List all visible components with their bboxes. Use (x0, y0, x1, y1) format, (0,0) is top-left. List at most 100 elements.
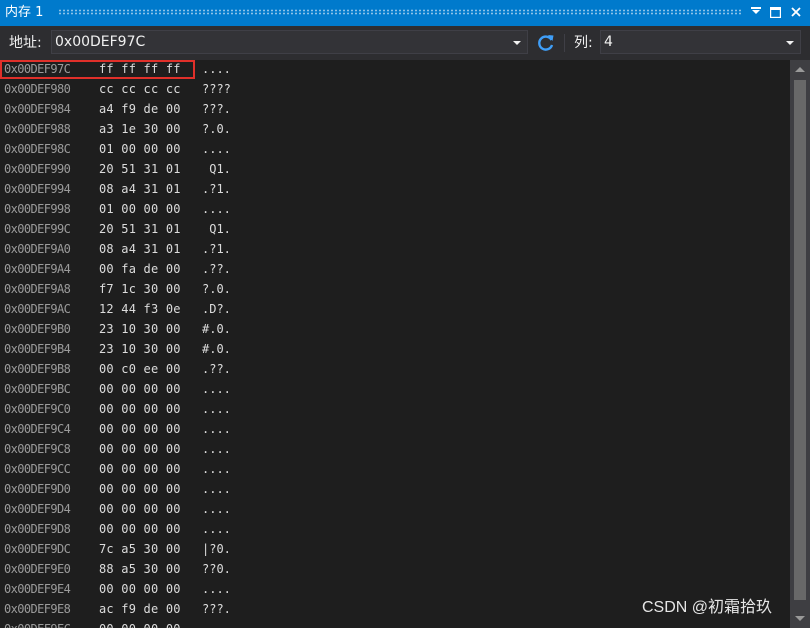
close-icon[interactable] (788, 5, 804, 21)
memory-ascii[interactable]: .?1. (202, 242, 231, 256)
memory-row[interactable]: 0x00DEF9E0 88 a5 30 00 ??0. (0, 560, 780, 580)
memory-hex-bytes[interactable]: ac f9 de 00 (99, 602, 181, 616)
memory-row[interactable]: 0x00DEF988 a3 1e 30 00 ?.0. (0, 120, 780, 140)
memory-hex-bytes[interactable]: f7 1c 30 00 (99, 282, 181, 296)
memory-hex-bytes[interactable]: 00 00 00 00 (99, 462, 181, 476)
memory-hex-bytes[interactable]: 00 00 00 00 (99, 502, 181, 516)
memory-hex-bytes[interactable]: 20 51 31 01 (99, 162, 181, 176)
memory-row[interactable]: 0x00DEF9A0 08 a4 31 01 .?1. (0, 240, 780, 260)
chevron-down-icon[interactable] (786, 41, 794, 45)
address-combo[interactable]: 0x00DEF97C (51, 30, 528, 54)
memory-ascii[interactable]: #.0. (202, 322, 231, 336)
memory-ascii[interactable]: ???? (202, 82, 231, 96)
memory-hex-bytes[interactable]: 08 a4 31 01 (99, 182, 181, 196)
memory-row[interactable]: 0x00DEF9B4 23 10 30 00 #.0. (0, 340, 780, 360)
memory-row[interactable]: 0x00DEF9CC 00 00 00 00.... (0, 460, 780, 480)
memory-ascii[interactable]: .... (202, 482, 231, 496)
memory-row[interactable]: 0x00DEF9C4 00 00 00 00.... (0, 420, 780, 440)
memory-hex-bytes[interactable]: a3 1e 30 00 (99, 122, 181, 136)
memory-row[interactable]: 0x00DEF9DC 7c a5 30 00 |?0. (0, 540, 780, 560)
memory-ascii[interactable]: #.0. (202, 342, 231, 356)
vertical-scrollbar[interactable] (790, 60, 810, 628)
memory-ascii[interactable]: ???. (202, 102, 231, 116)
memory-ascii[interactable]: .... (202, 522, 231, 536)
chevron-down-icon[interactable] (513, 41, 521, 45)
memory-ascii[interactable]: .... (202, 462, 231, 476)
memory-hex-bytes[interactable]: 00 c0 ee 00 (99, 362, 181, 376)
memory-ascii[interactable]: .??. (202, 262, 231, 276)
memory-ascii[interactable]: .... (202, 382, 231, 396)
scrollbar-thumb[interactable] (794, 80, 806, 600)
memory-ascii[interactable]: .... (202, 582, 231, 596)
memory-hex-bytes[interactable]: 08 a4 31 01 (99, 242, 181, 256)
memory-ascii[interactable]: ?.0. (202, 122, 231, 136)
memory-ascii[interactable]: ??0. (202, 562, 231, 576)
memory-row[interactable]: 0x00DEF9B8 00 c0 ee 00.??. (0, 360, 780, 380)
memory-row[interactable]: 0x00DEF9C0 00 00 00 00.... (0, 400, 780, 420)
memory-row[interactable]: 0x00DEF9B0 23 10 30 00 #.0. (0, 320, 780, 340)
memory-row[interactable]: 0x00DEF998 01 00 00 00.... (0, 200, 780, 220)
memory-hex-bytes[interactable]: cc cc cc cc (99, 82, 181, 96)
memory-ascii[interactable]: Q1. (202, 222, 231, 236)
address-input[interactable]: 0x00DEF97C (55, 33, 145, 51)
memory-ascii[interactable]: |?0. (202, 542, 231, 556)
memory-row[interactable]: 0x00DEF9EC 00 00 00 00.... (0, 620, 780, 628)
memory-hex-bytes[interactable]: 23 10 30 00 (99, 342, 181, 356)
memory-hex-bytes[interactable]: 88 a5 30 00 (99, 562, 181, 576)
memory-ascii[interactable]: .... (202, 622, 231, 628)
memory-ascii[interactable]: .??. (202, 362, 231, 376)
memory-row[interactable]: 0x00DEF994 08 a4 31 01 .?1. (0, 180, 780, 200)
memory-hex-bytes[interactable]: 00 00 00 00 (99, 582, 181, 596)
memory-row[interactable]: 0x00DEF990 20 51 31 01 Q1. (0, 160, 780, 180)
memory-row[interactable]: 0x00DEF9AC 12 44 f3 0e .D?. (0, 300, 780, 320)
memory-row[interactable]: 0x00DEF9A8 f7 1c 30 00 ?.0. (0, 280, 780, 300)
memory-row[interactable]: 0x00DEF9C8 00 00 00 00.... (0, 440, 780, 460)
memory-hex-bytes[interactable]: 01 00 00 00 (99, 142, 181, 156)
memory-ascii[interactable]: .... (202, 502, 231, 516)
memory-hex-bytes[interactable]: 00 00 00 00 (99, 622, 181, 628)
memory-ascii[interactable]: .... (202, 62, 231, 76)
memory-hex-bytes[interactable]: 00 00 00 00 (99, 402, 181, 416)
memory-hex-bytes[interactable]: 00 00 00 00 (99, 382, 181, 396)
memory-hex-bytes[interactable]: 20 51 31 01 (99, 222, 181, 236)
memory-hex-bytes[interactable]: 01 00 00 00 (99, 202, 181, 216)
memory-ascii[interactable]: .... (202, 142, 231, 156)
memory-row[interactable]: 0x00DEF9D0 00 00 00 00.... (0, 480, 780, 500)
scroll-down-icon[interactable] (795, 616, 805, 621)
maximize-icon[interactable] (767, 5, 783, 21)
memory-row[interactable]: 0x00DEF9D8 00 00 00 00.... (0, 520, 780, 540)
memory-ascii[interactable]: ?.0. (202, 282, 231, 296)
memory-row[interactable]: 0x00DEF9A4 00 fa de 00.??. (0, 260, 780, 280)
memory-view[interactable]: 0x00DEF97C ff ff ff ff.... 0x00DEF980 cc cc… (0, 60, 790, 628)
memory-row[interactable]: 0x00DEF9BC 00 00 00 00.... (0, 380, 780, 400)
memory-ascii[interactable]: ???. (202, 602, 231, 616)
memory-row[interactable]: 0x00DEF984 a4 f9 de 00???. (0, 100, 780, 120)
memory-hex-bytes[interactable]: 12 44 f3 0e (99, 302, 181, 316)
refresh-icon[interactable] (535, 32, 557, 54)
window-menu-icon[interactable] (748, 5, 764, 21)
memory-ascii[interactable]: .D?. (202, 302, 231, 316)
memory-hex-bytes[interactable]: 00 00 00 00 (99, 522, 181, 536)
memory-ascii[interactable]: .... (202, 402, 231, 416)
memory-ascii[interactable]: .... (202, 442, 231, 456)
scroll-up-icon[interactable] (795, 67, 805, 72)
memory-row[interactable]: 0x00DEF98C 01 00 00 00.... (0, 140, 780, 160)
memory-row[interactable]: 0x00DEF9D4 00 00 00 00.... (0, 500, 780, 520)
memory-ascii[interactable]: .... (202, 202, 231, 216)
memory-hex-bytes[interactable]: a4 f9 de 00 (99, 102, 181, 116)
memory-ascii[interactable]: Q1. (202, 162, 231, 176)
columns-combo[interactable]: 4 (600, 30, 801, 54)
memory-row[interactable]: 0x00DEF980 cc cc cc cc???? (0, 80, 780, 100)
memory-hex-bytes[interactable]: 00 fa de 00 (99, 262, 181, 276)
memory-ascii[interactable]: .?1. (202, 182, 231, 196)
columns-input[interactable]: 4 (604, 33, 613, 51)
memory-hex-bytes[interactable]: 00 00 00 00 (99, 442, 181, 456)
memory-hex-bytes[interactable]: 00 00 00 00 (99, 422, 181, 436)
toolbar-separator (564, 34, 565, 52)
memory-hex-bytes[interactable]: 7c a5 30 00 (99, 542, 181, 556)
memory-ascii[interactable]: .... (202, 422, 231, 436)
title-grip[interactable] (58, 9, 742, 15)
memory-hex-bytes[interactable]: 00 00 00 00 (99, 482, 181, 496)
memory-row[interactable]: 0x00DEF99C 20 51 31 01 Q1. (0, 220, 780, 240)
memory-hex-bytes[interactable]: 23 10 30 00 (99, 322, 181, 336)
